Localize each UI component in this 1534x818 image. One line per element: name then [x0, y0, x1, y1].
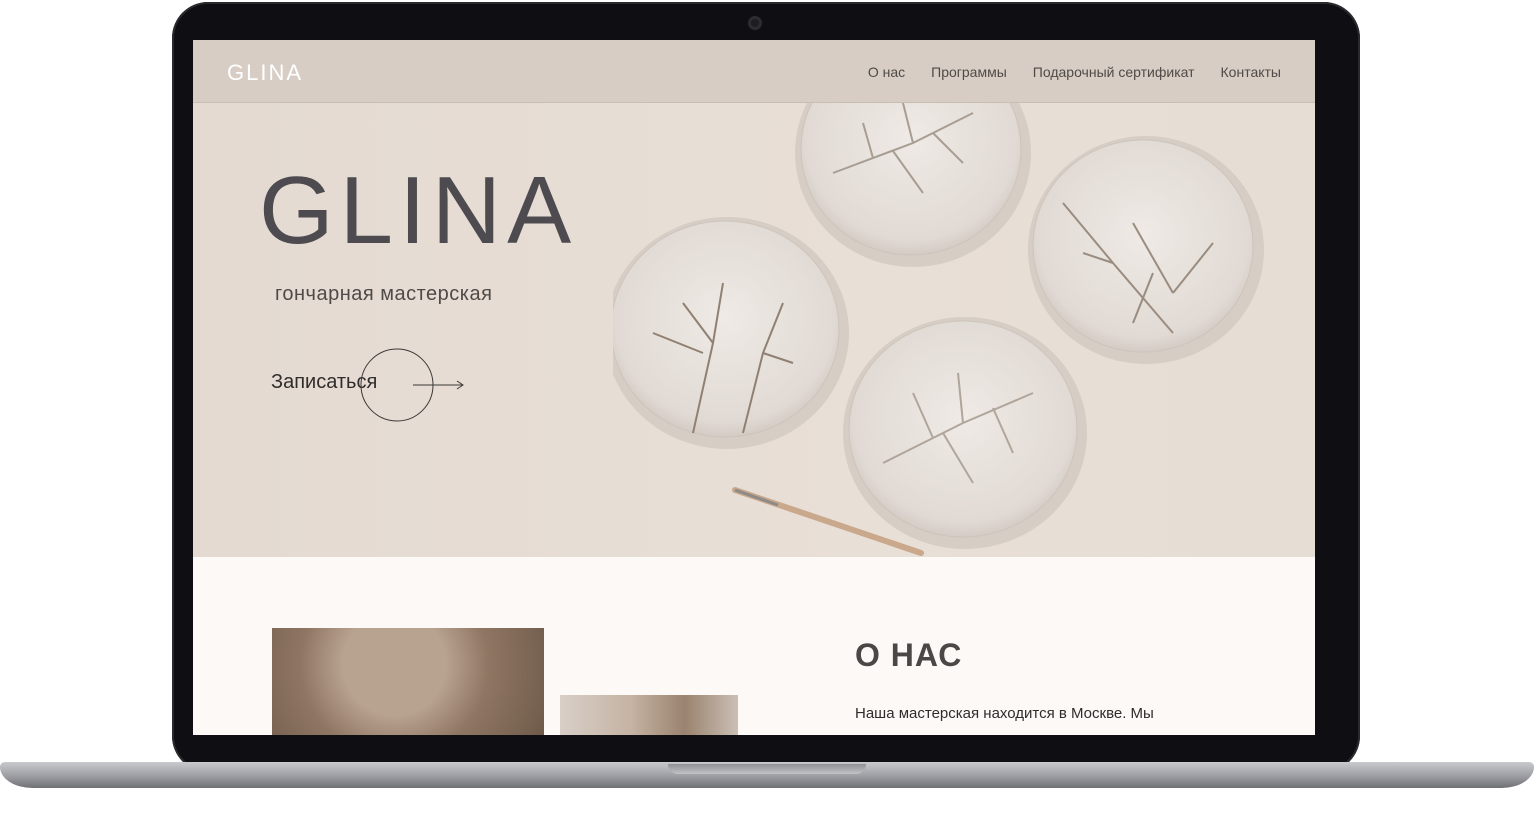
about-section: О НАС Наша мастерская находится в Москве… [193, 557, 1315, 735]
nav-link-about[interactable]: О нас [868, 64, 905, 80]
ceramic-plates-image [613, 103, 1264, 556]
plate-top [795, 103, 1031, 267]
laptop-screen: GLINA О нас Программы Подарочный сертифи… [193, 40, 1315, 735]
nav-link-programs[interactable]: Программы [931, 64, 1007, 80]
nav-link-gift-certificate[interactable]: Подарочный сертификат [1033, 64, 1195, 80]
laptop-notch [668, 764, 866, 774]
plate-left [613, 217, 849, 449]
potter-photo [560, 695, 738, 735]
webcam-icon [748, 16, 762, 30]
nav-menu: О нас Программы Подарочный сертификат Ко… [868, 64, 1281, 80]
about-heading: О НАС [855, 637, 963, 673]
pottery-photo [272, 628, 544, 735]
nav-link-contacts[interactable]: Контакты [1221, 64, 1281, 80]
site-navbar: GLINA О нас Программы Подарочный сертифи… [193, 40, 1315, 103]
hero-section: GLINA гончарная мастерская Записаться [193, 103, 1315, 557]
plate-bottom [843, 317, 1087, 549]
hero-subtitle: гончарная мастерская [275, 283, 493, 305]
site-logo[interactable]: GLINA [227, 60, 303, 86]
signup-button[interactable]: Записаться [271, 347, 471, 423]
laptop-base [0, 756, 1534, 818]
about-text: Наша мастерская находится в Москве. Мы [855, 705, 1154, 722]
hero-title: GLINA [259, 157, 578, 264]
arrow-circle-icon [360, 348, 464, 422]
plate-right [1028, 136, 1264, 364]
